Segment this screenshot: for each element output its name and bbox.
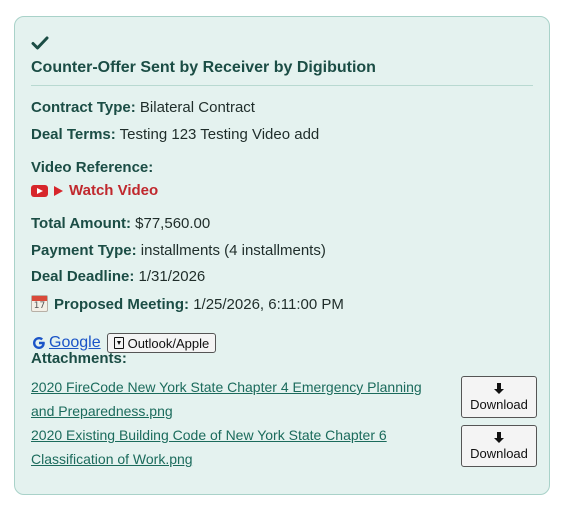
contract-type-value: Bilateral Contract	[139, 99, 255, 116]
proposed-meeting-label: Proposed Meeting:	[54, 296, 190, 313]
watch-video-label: Watch Video	[69, 182, 159, 199]
card-title: Counter-Offer Sent by Receiver by Digibu…	[31, 59, 376, 76]
payment-type-row: Payment Type: installments (4 installmen…	[31, 242, 326, 259]
download-arrow-icon	[494, 431, 504, 443]
proposed-meeting-row: 17 Proposed Meeting: 1/25/2026, 6:11:00 P…	[31, 295, 344, 313]
title-divider	[31, 85, 533, 86]
attachment-link[interactable]: 2020 Existing Building Code of New York …	[31, 423, 431, 471]
download-button[interactable]: Download	[461, 376, 537, 418]
proposed-meeting-value: 1/25/2026, 6:11:00 PM	[193, 296, 344, 313]
deal-deadline-value: 1/31/2026	[138, 268, 206, 285]
contract-type-label: Contract Type:	[31, 99, 136, 116]
deal-deadline-label: Deal Deadline:	[31, 268, 135, 285]
deal-deadline-row: Deal Deadline: 1/31/2026	[31, 268, 205, 285]
video-reference-row: Video Reference:	[31, 159, 153, 176]
download-arrow-icon	[494, 382, 504, 394]
attachments-row: Attachments:	[31, 350, 127, 367]
check-icon	[31, 36, 49, 50]
download-label: Download	[470, 396, 528, 412]
total-amount-value: $77,560.00	[135, 215, 211, 232]
youtube-icon	[31, 184, 48, 197]
play-icon	[54, 185, 63, 196]
attachment-link[interactable]: 2020 FireCode New York State Chapter 4 E…	[31, 375, 431, 423]
google-icon	[33, 337, 45, 349]
file-download-icon	[113, 337, 124, 349]
calendar-icon: 17	[31, 295, 48, 312]
download-button[interactable]: Download	[461, 425, 537, 467]
payment-type-value: installments (4 installments)	[140, 242, 326, 259]
deal-terms-row: Deal Terms: Testing 123 Testing Video ad…	[31, 126, 319, 143]
watch-video-link[interactable]: Watch Video	[31, 182, 158, 199]
total-amount-row: Total Amount: $77,560.00	[31, 215, 210, 232]
total-amount-label: Total Amount:	[31, 215, 131, 232]
payment-type-label: Payment Type:	[31, 242, 137, 259]
deal-terms-value: Testing 123 Testing Video add	[119, 126, 320, 143]
counter-offer-card: Counter-Offer Sent by Receiver by Digibu…	[14, 16, 550, 495]
video-reference-label: Video Reference:	[31, 159, 154, 176]
outlook-label: Outlook/Apple	[127, 335, 210, 351]
deal-terms-label: Deal Terms:	[31, 126, 116, 143]
download-label: Download	[470, 445, 528, 461]
calendar-icon-day: 17	[33, 301, 46, 311]
attachments-label: Attachments:	[31, 350, 127, 367]
contract-type-row: Contract Type: Bilateral Contract	[31, 99, 255, 116]
